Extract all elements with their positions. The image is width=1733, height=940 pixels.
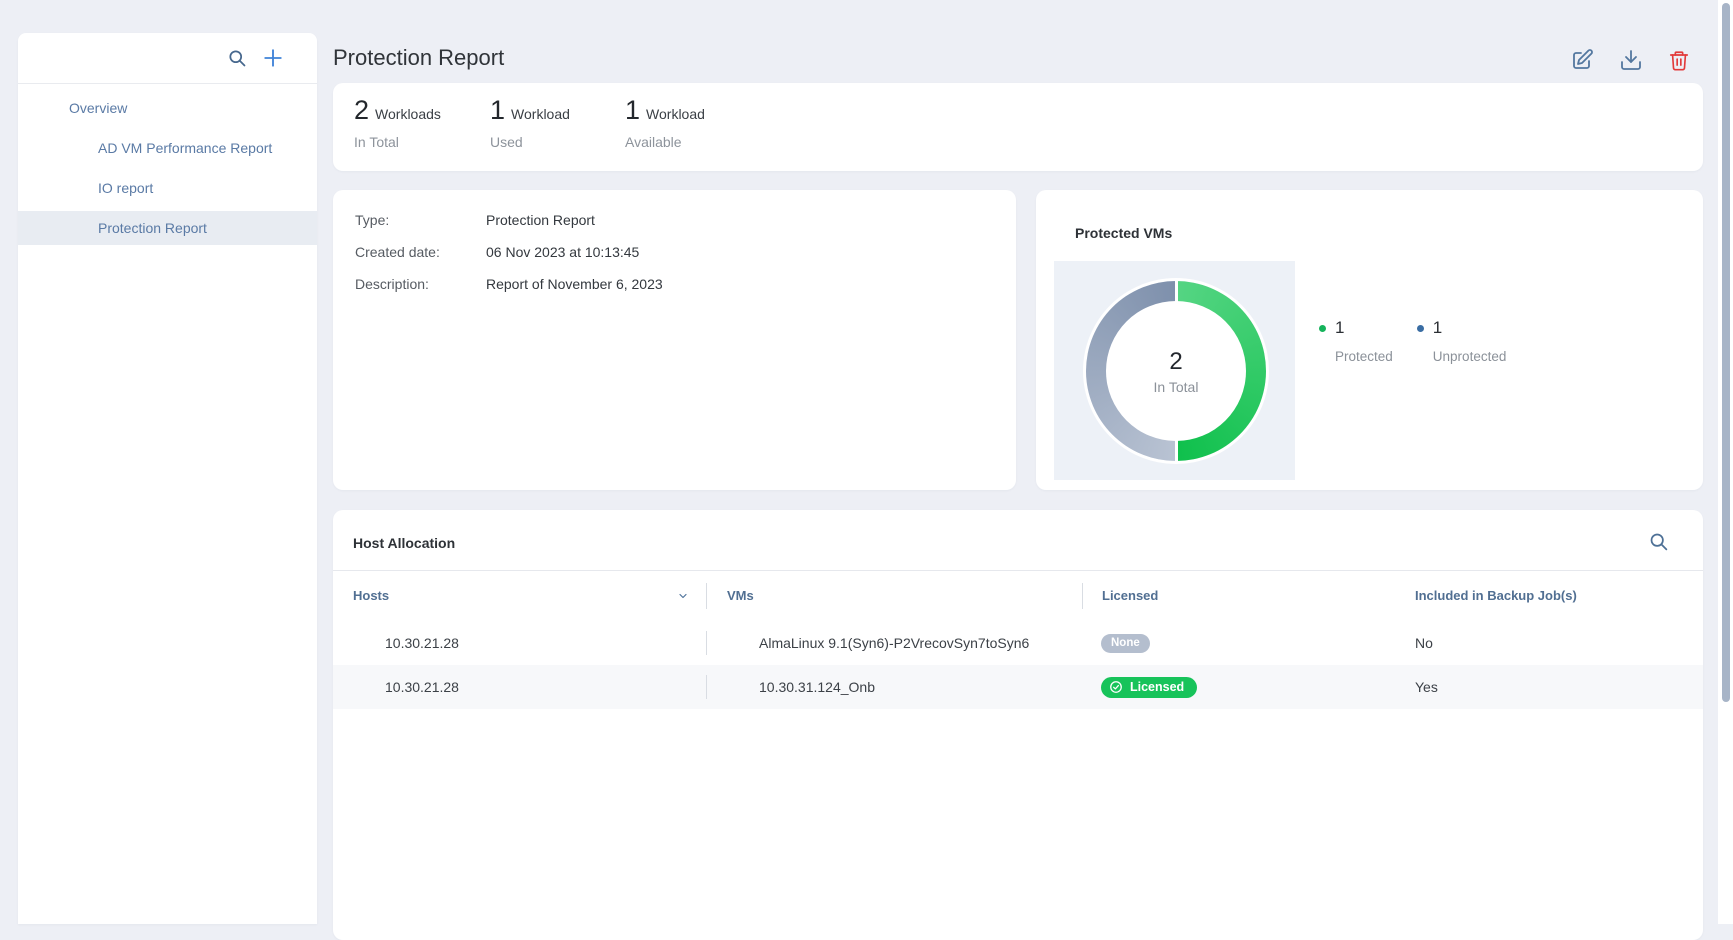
unprotected-dot-icon [1417,325,1424,332]
check-circle-icon [1109,680,1123,694]
detail-value: Report of November 6, 2023 [486,268,663,300]
stat-caption: Used [490,134,570,150]
table-row[interactable]: 10.30.21.28 10.30.31.124_Onb Licensed Ye… [333,665,1703,709]
sidebar-item-protection-report[interactable]: Protection Report [18,211,317,245]
sidebar-item-ad-vm-performance-report[interactable]: AD VM Performance Report [18,131,317,165]
column-header-licensed: Licensed [1083,588,1415,603]
report-nav-list: Overview AD VM Performance Report IO rep… [18,84,317,245]
search-icon[interactable] [227,48,247,68]
detail-label: Description: [355,268,429,300]
page-title: Protection Report [333,44,504,72]
license-status-badge: Licensed [1101,677,1197,698]
detail-value: Protection Report [486,204,595,236]
host-allocation-card: Host Allocation Hosts VMs Licensed Inclu… [333,510,1703,940]
sidebar-toolbar [18,33,317,84]
table-search-icon[interactable] [1648,531,1669,552]
cell-licensed: None [1083,633,1415,653]
sidebar-item-overview[interactable]: Overview [18,91,317,125]
column-header-vms: VMs [707,588,1083,603]
stat-workloads-used: 1 Workload Used [490,97,570,150]
protected-vms-title: Protected VMs [1075,225,1172,241]
report-actions [1570,48,1690,72]
chevron-down-icon[interactable] [677,590,689,602]
delete-report-icon[interactable] [1668,49,1690,72]
cell-licensed: Licensed [1083,677,1415,698]
column-header-hosts[interactable]: Hosts [333,588,707,603]
stat-unit: Workload [646,106,705,122]
reports-sidebar: Overview AD VM Performance Report IO rep… [18,33,317,924]
legend-label: Unprotected [1433,349,1507,364]
stat-unit: Workload [511,106,570,122]
protected-vms-chart-area: 2 In Total [1054,261,1295,480]
detail-row-created-date: Created date: 06 Nov 2023 at 10:13:45 [333,236,1016,268]
cell-vm: 10.30.31.124_Onb [707,679,1083,695]
cell-vm: AlmaLinux 9.1(Syn6)-P2VrecovSyn7toSyn6 [707,635,1083,651]
table-row[interactable]: 10.30.21.28 AlmaLinux 9.1(Syn6)-P2Vrecov… [333,621,1703,665]
scrollbar-thumb[interactable] [1722,3,1730,702]
legend-item-protected: 1 Protected [1319,318,1393,364]
stat-value: 2 [354,97,369,124]
detail-row-description: Description: Report of November 6, 2023 [333,268,1016,300]
legend-value: 1 [1433,318,1442,338]
stat-workloads-total: 2 Workloads In Total [354,97,441,150]
protected-dot-icon [1319,325,1326,332]
stat-value: 1 [490,97,505,124]
workloads-summary-card: 2 Workloads In Total 1 Workload Used 1 Work… [333,83,1703,171]
detail-label: Type: [355,204,389,236]
protected-vms-card: Protected VMs 2 In Total 1 Protected 1 U… [1036,190,1703,490]
column-header-included: Included in Backup Job(s) [1415,588,1703,603]
stat-value: 1 [625,97,640,124]
add-report-icon[interactable] [262,47,284,69]
cell-included: No [1415,635,1703,651]
donut-center: 2 In Total [1106,301,1246,441]
protected-vms-donut-chart: 2 In Total [1086,281,1266,461]
table-header-row: Hosts VMs Licensed Included in Backup Jo… [333,570,1703,621]
detail-label: Created date: [355,236,440,268]
legend-value: 1 [1335,318,1344,338]
stat-workloads-available: 1 Workload Available [625,97,705,150]
protected-vms-legend: 1 Protected 1 Unprotected [1319,318,1506,364]
download-report-icon[interactable] [1619,48,1643,72]
legend-item-unprotected: 1 Unprotected [1417,318,1507,364]
stat-unit: Workloads [375,106,441,122]
report-details-card: Type: Protection Report Created date: 06… [333,190,1016,490]
detail-value: 06 Nov 2023 at 10:13:45 [486,236,639,268]
cell-included: Yes [1415,679,1703,695]
host-allocation-title: Host Allocation [353,535,455,551]
detail-row-type: Type: Protection Report [333,204,1016,236]
donut-total-caption: In Total [1154,379,1199,395]
stat-caption: Available [625,134,705,150]
license-status-badge: None [1101,634,1150,653]
vertical-scrollbar[interactable] [1718,0,1733,924]
cell-host: 10.30.21.28 [333,635,707,651]
cell-host: 10.30.21.28 [333,679,707,695]
sidebar-item-io-report[interactable]: IO report [18,171,317,205]
donut-total-value: 2 [1169,348,1182,376]
edit-report-icon[interactable] [1570,48,1594,72]
stat-caption: In Total [354,134,441,150]
legend-label: Protected [1335,349,1393,364]
